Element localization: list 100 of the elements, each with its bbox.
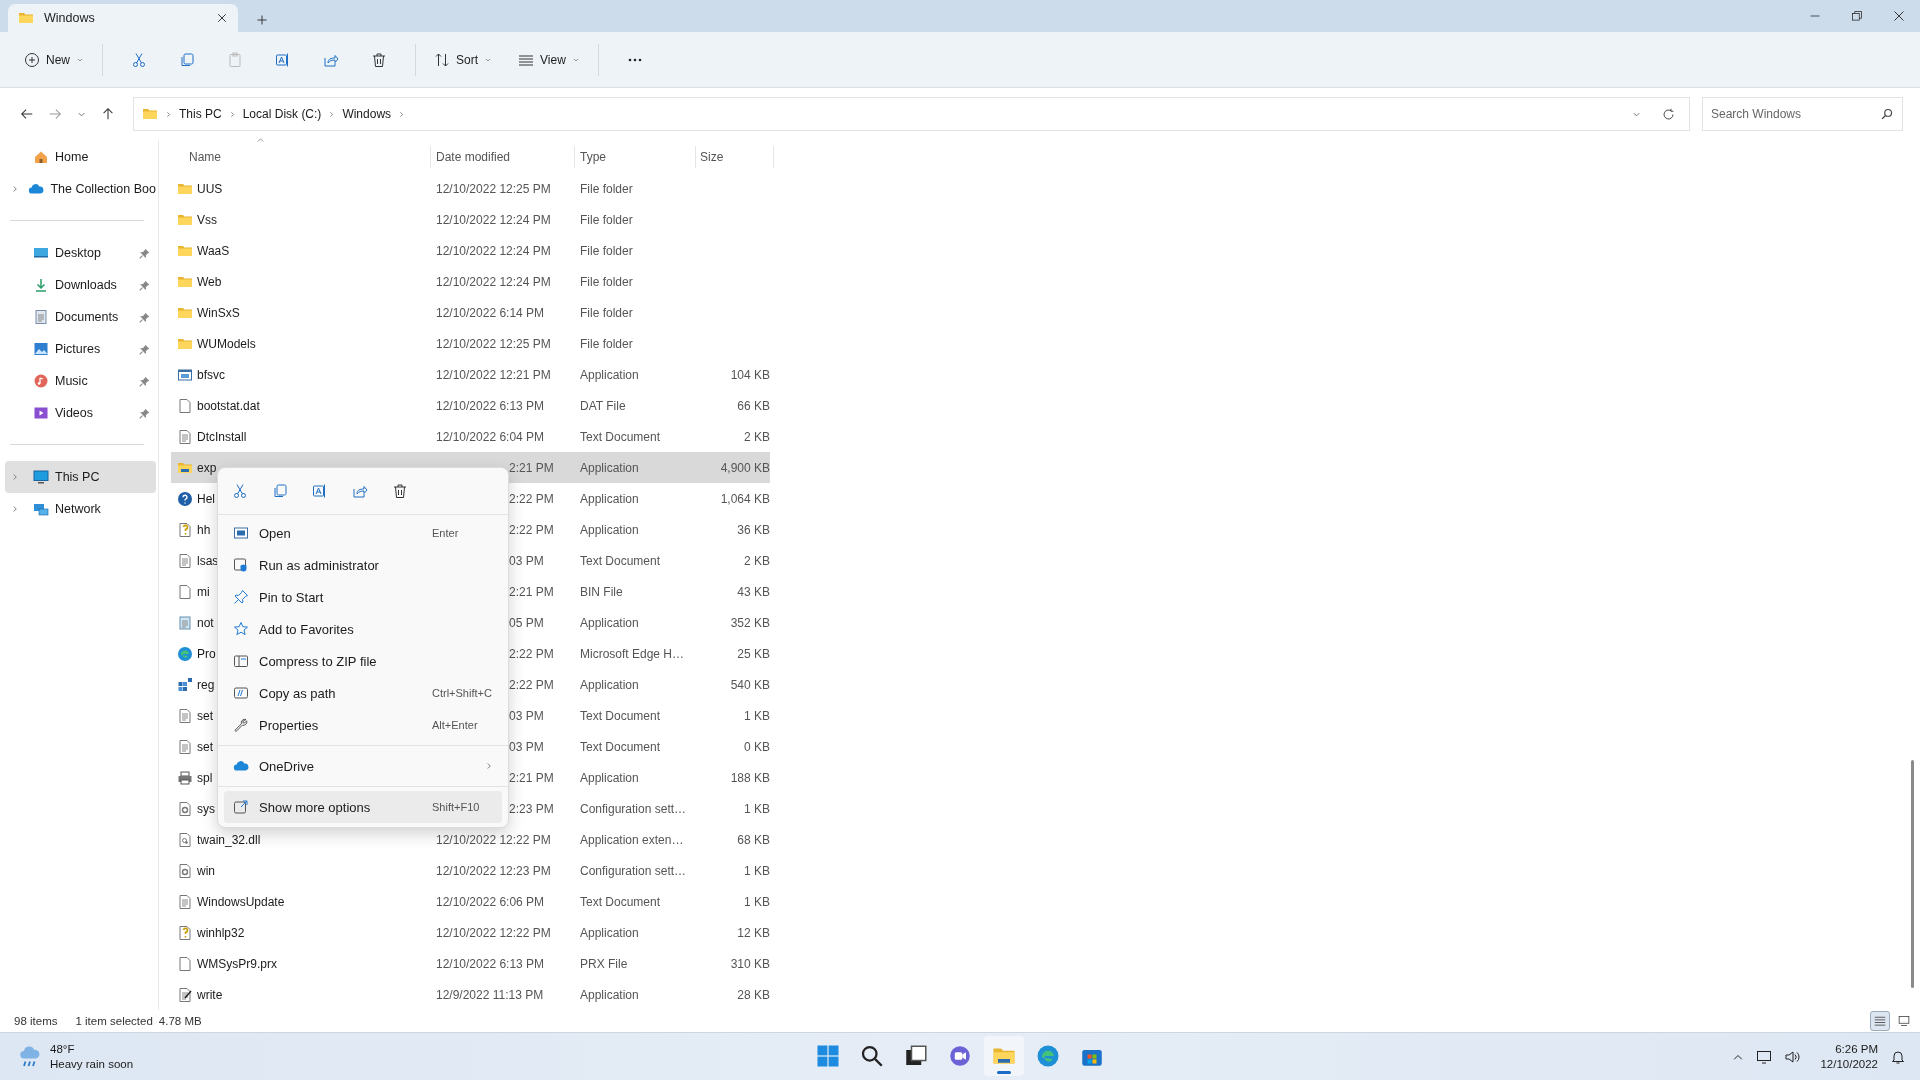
table-cell: Microsoft Edge H… (580, 646, 685, 661)
temperature: 48°F (50, 1041, 76, 1057)
table-cell: 2:21 PM (509, 584, 554, 599)
table-cell: 03 PM (509, 553, 544, 568)
table-cell: Application (580, 925, 639, 940)
table-cell: 12/10/2022 6:13 PM (436, 398, 545, 413)
table-cell: 2 KB (744, 553, 770, 568)
table-cell: twain_32.dll (197, 832, 261, 847)
table-cell: Application exten… (580, 832, 684, 847)
table-cell: UUS (197, 181, 223, 196)
table-cell: WinSxS (197, 305, 240, 320)
table-cell: 28 KB (737, 987, 770, 1002)
table-cell: mi (197, 584, 210, 599)
table-cell: 43 KB (737, 584, 770, 599)
table-cell: exp (197, 460, 217, 475)
table-cell: winhlp32 (197, 925, 245, 940)
table-cell: 66 KB (737, 398, 770, 413)
table-cell: Application (580, 522, 639, 537)
table-cell: 12/10/2022 6:04 PM (436, 429, 545, 444)
table-cell: 12/10/2022 12:25 PM (436, 181, 551, 196)
table-cell: File folder (580, 336, 633, 351)
table-cell: 2:23 PM (509, 801, 554, 816)
table-cell: 2:21 PM (509, 460, 554, 475)
table-cell: WUModels (197, 336, 256, 351)
table-cell: 0 KB (744, 739, 770, 754)
table-cell: 2:21 PM (509, 770, 554, 785)
table-cell: 25 KB (737, 646, 770, 661)
table-cell: not (197, 615, 214, 630)
table-cell: 2:22 PM (509, 677, 554, 692)
table-cell: Vss (197, 212, 217, 227)
table-cell: 188 KB (730, 770, 770, 785)
table-cell: 12/10/2022 12:24 PM (436, 243, 551, 258)
table-cell: 12/10/2022 6:06 PM (436, 894, 545, 909)
table-cell: Text Document (580, 708, 661, 723)
table-cell: 4,900 KB (720, 460, 770, 475)
table-cell: 03 PM (509, 708, 544, 723)
table-cell: 12/10/2022 12:22 PM (436, 925, 551, 940)
table-cell: 12/10/2022 12:24 PM (436, 274, 551, 289)
table-cell: Hel (197, 491, 215, 506)
table-cell: 1,064 KB (720, 491, 770, 506)
table-cell: set (197, 708, 213, 723)
table-cell: WindowsUpdate (197, 894, 285, 909)
table-cell: Text Document (580, 553, 661, 568)
table-cell: Configuration sett… (580, 863, 687, 878)
selection-size: 4.78 MB (158, 1015, 202, 1027)
table-cell: 05 PM (509, 615, 544, 630)
table-cell: 2:22 PM (509, 491, 554, 506)
table-cell: Application (580, 367, 639, 382)
table-cell: 1 KB (744, 801, 770, 816)
table-cell: 1 KB (744, 708, 770, 723)
table-cell: Application (580, 677, 639, 692)
table-cell: Text Document (580, 429, 661, 444)
item-count: 98 items (14, 1015, 58, 1027)
table-cell: set (197, 739, 213, 754)
table-cell: 1 KB (744, 894, 770, 909)
table-cell: 2 KB (744, 429, 770, 444)
table-cell: 12/10/2022 6:14 PM (436, 305, 545, 320)
table-cell: DtcInstall (197, 429, 247, 444)
table-cell: bootstat.dat (197, 398, 260, 413)
table-cell: sys (197, 801, 215, 816)
table-cell: bfsvc (197, 367, 225, 382)
table-cell: 12/9/2022 11:13 PM (436, 987, 544, 1002)
table-cell: 12/10/2022 12:25 PM (436, 336, 551, 351)
table-cell: Web (197, 274, 222, 289)
table-cell: 12/10/2022 12:24 PM (436, 212, 551, 227)
table-cell: 540 KB (730, 677, 770, 692)
table-cell: WaaS (197, 243, 230, 258)
table-cell: Application (580, 460, 639, 475)
table-cell: lsas (197, 553, 219, 568)
table-cell: Pro (197, 646, 216, 661)
selection-info: 1 item selected (75, 1015, 153, 1027)
table-cell: Application (580, 491, 639, 506)
table-cell: 36 KB (737, 522, 770, 537)
table-cell: 12/10/2022 12:22 PM (436, 832, 551, 847)
table-cell: Application (580, 615, 639, 630)
table-cell: 2:22 PM (509, 646, 554, 661)
table-cell: BIN File (580, 584, 623, 599)
table-cell: 12/10/2022 12:21 PM (436, 367, 551, 382)
table-cell: hh (197, 522, 211, 537)
table-cell: 12/10/2022 6:13 PM (436, 956, 545, 971)
table-cell: reg (197, 677, 215, 692)
table-cell: Text Document (580, 894, 661, 909)
weather-forecast: Heavy rain soon (50, 1056, 134, 1072)
table-cell: win (197, 863, 215, 878)
table-cell: Text Document (580, 739, 661, 754)
table-cell: File folder (580, 181, 633, 196)
table-cell: 352 KB (730, 615, 770, 630)
table-cell: 03 PM (509, 739, 544, 754)
table-cell: 1 KB (744, 863, 770, 878)
table-cell: Application (580, 987, 639, 1002)
table-cell: File folder (580, 212, 633, 227)
table-cell: Configuration sett… (580, 801, 687, 816)
table-cell: 310 KB (730, 956, 770, 971)
table-cell: 12 KB (737, 925, 770, 940)
table-cell: 2:22 PM (509, 522, 554, 537)
table-cell: File folder (580, 305, 633, 320)
table-cell: PRX File (580, 956, 628, 971)
table-cell: write (197, 987, 223, 1002)
table-cell: File folder (580, 274, 633, 289)
table-cell: 12/10/2022 12:23 PM (436, 863, 551, 878)
